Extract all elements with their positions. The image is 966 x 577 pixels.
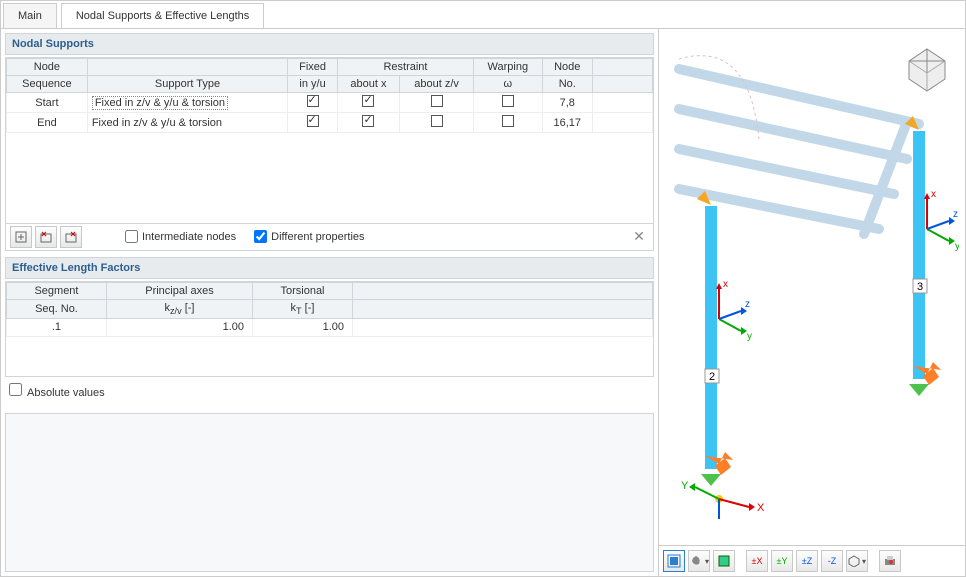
delete-row-button[interactable] — [35, 226, 57, 248]
col-warping2: ω — [474, 76, 542, 93]
cell-warping[interactable] — [474, 93, 542, 113]
cell-about-x[interactable] — [337, 93, 399, 113]
col-segment: Segment — [7, 282, 107, 299]
viewport-toolbar: ▾ ±X ±Y ±Z -Z ▾ — [659, 545, 965, 576]
nodal-supports-table: Node Fixed Restraint Warping Node Sequen… — [5, 57, 654, 251]
tab-nodal-supports[interactable]: Nodal Supports & Effective Lengths — [61, 3, 264, 28]
col-fixed: Fixed — [288, 59, 338, 76]
global-axes-icon: X Y Z — [681, 480, 765, 519]
col-node-seq2: Sequence — [7, 76, 88, 93]
col-support-type: Support Type — [87, 76, 287, 93]
svg-text:3: 3 — [917, 281, 923, 293]
col-fixed2: in y/u — [288, 76, 338, 93]
view-x-button[interactable]: ±X — [746, 550, 768, 572]
cell-kzv[interactable]: 1.00 — [106, 318, 252, 336]
absolute-values-checkbox[interactable]: Absolute values — [9, 383, 105, 399]
table-row[interactable]: Start Fixed in z/v & y/u & torsion 7,8 — [7, 93, 653, 113]
col-nodeno2: No. — [542, 76, 592, 93]
cell-about-x[interactable] — [337, 113, 399, 133]
col-restraint: Restraint — [337, 59, 473, 76]
table-row[interactable]: .1 1.00 1.00 — [7, 318, 653, 336]
model-3d: 2 3 — [659, 29, 959, 519]
different-properties-checkbox[interactable]: Different properties — [254, 230, 364, 243]
cell-nodeno: 16,17 — [542, 113, 592, 133]
cell-about-zv[interactable] — [400, 113, 474, 133]
cell-warping[interactable] — [474, 113, 542, 133]
col-about-x: about x — [337, 76, 399, 93]
elf-header: Effective Length Factors — [5, 257, 654, 279]
col-torsional: Torsional — [253, 282, 353, 299]
svg-text:z: z — [745, 299, 750, 310]
render-mode-button[interactable]: ▾ — [688, 550, 710, 572]
col-filler — [593, 59, 653, 76]
blank-panel — [5, 413, 654, 572]
cell-seq: Start — [7, 93, 88, 113]
viewport-3d[interactable]: 2 3 — [659, 29, 965, 545]
view-y-button[interactable]: ±Y — [771, 550, 793, 572]
local-axes-icon: x y z — [716, 279, 752, 342]
display-mode-button[interactable] — [663, 550, 685, 572]
delete-row-button-2[interactable] — [60, 226, 82, 248]
col-principal: Principal axes — [106, 282, 252, 299]
view-z-button[interactable]: ±Z — [796, 550, 818, 572]
svg-text:y: y — [955, 241, 959, 252]
svg-text:z: z — [953, 209, 958, 220]
view-neg-z-button[interactable]: -Z — [821, 550, 843, 572]
intermediate-nodes-checkbox[interactable]: Intermediate nodes — [125, 230, 236, 243]
table-row[interactable]: End Fixed in z/v & y/u & torsion 16,17 — [7, 113, 653, 133]
cell-kt[interactable]: 1.00 — [253, 318, 353, 336]
nodal-supports-header: Nodal Supports — [5, 33, 654, 55]
cell-nodeno: 7,8 — [542, 93, 592, 113]
col-elf-filler — [353, 282, 653, 299]
col-filler2 — [593, 76, 653, 93]
print-button[interactable] — [879, 550, 901, 572]
col-principal2: kz/v [-] — [106, 299, 252, 318]
col-torsional2: kT [-] — [253, 299, 353, 318]
svg-text:x: x — [723, 279, 728, 290]
svg-text:y: y — [747, 331, 752, 342]
svg-text:2: 2 — [709, 371, 715, 383]
elf-table: Segment Principal axes Torsional Seq. No… — [5, 281, 654, 378]
add-row-button[interactable] — [10, 226, 32, 248]
cell-seq: .1 — [7, 318, 107, 336]
cell-fixed-yu[interactable] — [288, 113, 338, 133]
cell-support-type[interactable]: Fixed in z/v & y/u & torsion — [87, 93, 287, 113]
shading-button[interactable] — [713, 550, 735, 572]
local-axes-icon: x y z — [924, 189, 959, 252]
col-support-type-spacer — [87, 59, 287, 76]
tab-main[interactable]: Main — [3, 3, 57, 28]
svg-text:X: X — [757, 502, 765, 514]
col-about-zv: about z/v — [400, 76, 474, 93]
cell-support-type[interactable]: Fixed in z/v & y/u & torsion — [87, 113, 287, 133]
left-panel: Nodal Supports Node Fixed Restraint Warp… — [1, 29, 659, 576]
col-node-seq: Node — [7, 59, 88, 76]
col-nodeno: Node — [542, 59, 592, 76]
close-icon[interactable]: ✕ — [629, 227, 649, 247]
svg-text:x: x — [931, 189, 936, 200]
nodal-supports-toolbar: Intermediate nodes Different properties … — [6, 223, 653, 250]
cell-about-zv[interactable] — [400, 93, 474, 113]
col-warping: Warping — [474, 59, 542, 76]
svg-text:Y: Y — [681, 480, 689, 492]
tab-bar: Main Nodal Supports & Effective Lengths — [1, 1, 965, 29]
col-segment2: Seq. No. — [7, 299, 107, 318]
cell-seq: End — [7, 113, 88, 133]
view-iso-button[interactable]: ▾ — [846, 550, 868, 572]
cell-fixed-yu[interactable] — [288, 93, 338, 113]
right-panel: 2 3 — [659, 29, 965, 576]
